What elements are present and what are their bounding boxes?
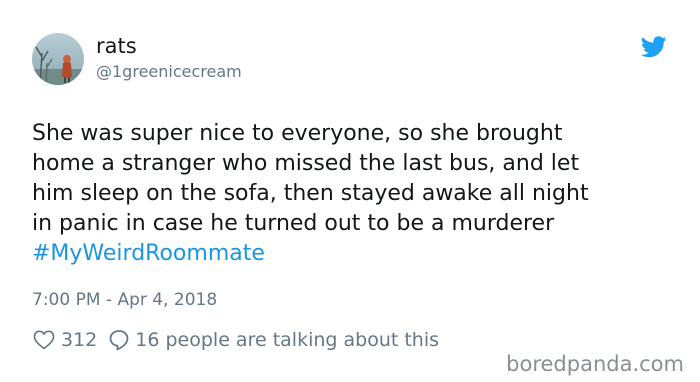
reply-summary: 16 people are talking about this xyxy=(135,329,440,351)
hashtag-link[interactable]: #MyWeirdRoommate xyxy=(32,241,265,266)
user-handle[interactable]: @1greenicecream xyxy=(96,62,242,82)
reply-button[interactable]: 16 people are talking about this xyxy=(109,329,439,351)
user-display-name[interactable]: rats xyxy=(96,33,137,59)
source-watermark: boredpanda.com xyxy=(506,352,684,376)
like-button[interactable]: 312 xyxy=(33,329,97,351)
like-count: 312 xyxy=(61,329,98,351)
speech-bubble-icon xyxy=(109,330,129,351)
tweet-text-line: in panic in case he turned out to be a m… xyxy=(32,211,555,236)
tweet-text-line: She was super nice to everyone, so she b… xyxy=(32,121,563,146)
tweet-timestamp[interactable]: 7:00 PM - Apr 4, 2018 xyxy=(32,289,217,311)
tweet-text: She was super nice to everyone, so she b… xyxy=(32,119,682,269)
tweet-text-line: home a stranger who missed the last bus,… xyxy=(32,151,580,176)
avatar-image xyxy=(32,33,84,85)
avatar[interactable] xyxy=(32,33,84,85)
tweet-text-line: him sleep on the sofa, then stayed awake… xyxy=(32,181,589,206)
twitter-bird-icon[interactable] xyxy=(640,36,667,58)
heart-icon xyxy=(33,330,55,350)
tweet-card: rats @1greenicecream She was super nice … xyxy=(0,0,700,382)
tweet-actions: 312 16 people are talking about this xyxy=(33,327,439,353)
